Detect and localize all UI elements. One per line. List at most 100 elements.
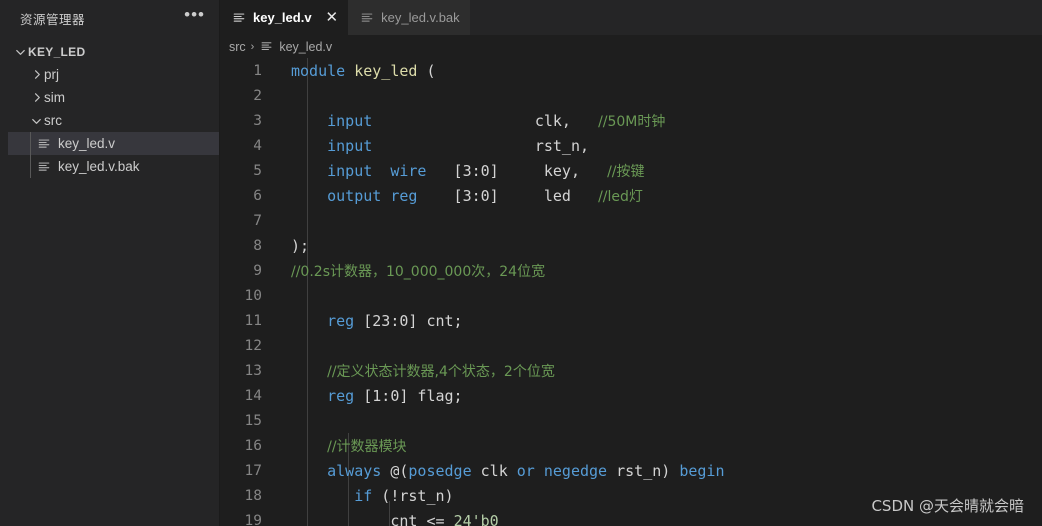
tab-bar-empty-space <box>469 0 1042 35</box>
line-number: 2 <box>253 87 262 104</box>
chevron-right-icon[interactable] <box>28 91 44 104</box>
code-editor[interactable]: 1 module key_led (2 3 input clk, //50M时钟 4 … <box>220 58 1042 526</box>
code-token: 24'b0 <box>453 511 499 526</box>
code-line-text: //定义状态计数器,4个状态，2个位宽 <box>274 361 1042 381</box>
code-token: @( <box>381 461 409 480</box>
code-line-text: input rst_n, <box>274 137 1042 155</box>
code-token: //定义状态计数器,4个状态，2个位宽 <box>327 363 555 380</box>
tree-folder-prj[interactable]: prj <box>8 63 219 86</box>
tree-item-label: key_led.v <box>58 136 116 151</box>
line-number: 3 <box>253 112 262 129</box>
tree-item-label: key_led.v.bak <box>58 159 140 174</box>
line-number: 11 <box>244 312 262 329</box>
code-line-text: output reg [3:0] led //led灯 <box>274 186 1042 206</box>
explorer-title: 资源管理器 <box>20 12 86 27</box>
tab-label: key_led.v.bak <box>381 10 460 25</box>
code-line: 10 <box>220 283 1042 308</box>
tree-folder-sim[interactable]: sim <box>8 86 219 109</box>
code-line: 8); <box>220 233 1042 258</box>
tab-key-led-v[interactable]: key_led.v ✕ <box>220 0 349 35</box>
more-actions-icon[interactable]: ••• <box>182 6 207 26</box>
line-number: 7 <box>253 212 262 229</box>
code-line-text: input wire [3:0] key, //按键 <box>274 161 1042 181</box>
line-number: 16 <box>244 437 262 454</box>
line-number: 17 <box>244 462 262 479</box>
tree-file-key-led-v-bak[interactable]: key_led.v.bak <box>8 155 219 178</box>
tree-item-label: prj <box>44 67 60 82</box>
file-icon <box>259 40 274 53</box>
tree-item-label: sim <box>44 90 65 105</box>
code-token: //led灯 <box>598 188 643 205</box>
code-token: [1:0] flag; <box>354 386 463 405</box>
close-icon[interactable]: ✕ <box>326 10 339 25</box>
file-icon <box>360 11 374 25</box>
tree-file-key-led-v[interactable]: key_led.v <box>8 132 219 155</box>
code-line: 12 <box>220 333 1042 358</box>
explorer-header: 资源管理器 ••• <box>8 0 219 36</box>
code-line: 7 <box>220 208 1042 233</box>
code-token: negedge <box>543 461 608 480</box>
code-line: 11 reg [23:0] cnt; <box>220 308 1042 333</box>
code-token: key_led <box>354 61 418 80</box>
code-token: //按键 <box>607 163 645 180</box>
code-token: clk, <box>372 111 599 130</box>
file-tree: KEY_LEDprj sim src key_led.v key_led.v.bak <box>8 40 219 178</box>
breadcrumb-folder[interactable]: src <box>229 40 246 54</box>
code-token: reg <box>327 311 355 330</box>
code-line: 6 output reg [3:0] led //led灯 <box>220 183 1042 208</box>
line-number: 13 <box>244 362 262 379</box>
chevron-down-icon[interactable] <box>12 45 28 58</box>
line-number: 10 <box>244 287 262 304</box>
breadcrumb-file[interactable]: key_led.v <box>259 40 332 54</box>
tree-root-key-led[interactable]: KEY_LED <box>8 40 219 63</box>
code-line: 3 input clk, //50M时钟 <box>220 108 1042 133</box>
code-token: reg <box>390 186 418 205</box>
breadcrumb-separator-icon: › <box>250 40 255 53</box>
code-token: rst_n, <box>372 136 590 155</box>
explorer-sidebar: 资源管理器 ••• KEY_LEDprj sim src key_led.v key_l… <box>8 0 220 526</box>
line-number: 12 <box>244 337 262 354</box>
code-token: posedge <box>408 461 472 480</box>
code-token: if <box>354 486 373 505</box>
code-line-text: input clk, //50M时钟 <box>274 111 1042 131</box>
code-line-text: module key_led ( <box>274 62 1042 80</box>
code-line: 5 input wire [3:0] key, //按键 <box>220 158 1042 183</box>
tab-key-led-v-bak[interactable]: key_led.v.bak <box>348 0 470 35</box>
code-token: reg <box>327 386 355 405</box>
code-token: rst_n) <box>607 461 680 480</box>
code-line-text: cnt <= 24'b0 <box>274 512 1042 526</box>
line-number: 14 <box>244 387 262 404</box>
file-icon <box>36 160 52 174</box>
code-token: output <box>327 186 382 205</box>
chevron-down-icon[interactable] <box>28 114 44 127</box>
code-token: [3:0] led <box>417 186 599 205</box>
tab-label: key_led.v <box>253 10 312 25</box>
editor-tab-bar: key_led.v ✕ key_led.v.bak <box>220 0 1042 35</box>
code-token: [23:0] cnt; <box>354 311 463 330</box>
code-line: 17 always @(posedge clk or negedge rst_n… <box>220 458 1042 483</box>
breadcrumb-file-label: key_led.v <box>279 39 333 54</box>
code-line-text: //计数器模块 <box>274 436 1042 456</box>
code-token: (!rst_n) <box>372 486 454 505</box>
file-icon <box>36 137 52 151</box>
line-number: 6 <box>253 187 262 204</box>
tree-folder-src[interactable]: src <box>8 109 219 132</box>
code-token: begin <box>679 461 725 480</box>
tree-item-label: KEY_LED <box>28 44 86 59</box>
chevron-right-icon[interactable] <box>28 68 44 81</box>
code-token: [3:0] key, <box>426 161 608 180</box>
code-line: 16 //计数器模块 <box>220 433 1042 458</box>
code-token: clk <box>471 461 517 480</box>
code-token: input <box>327 111 373 130</box>
tree-indent-guide <box>30 132 31 155</box>
code-line-text: reg [1:0] flag; <box>274 387 1042 405</box>
